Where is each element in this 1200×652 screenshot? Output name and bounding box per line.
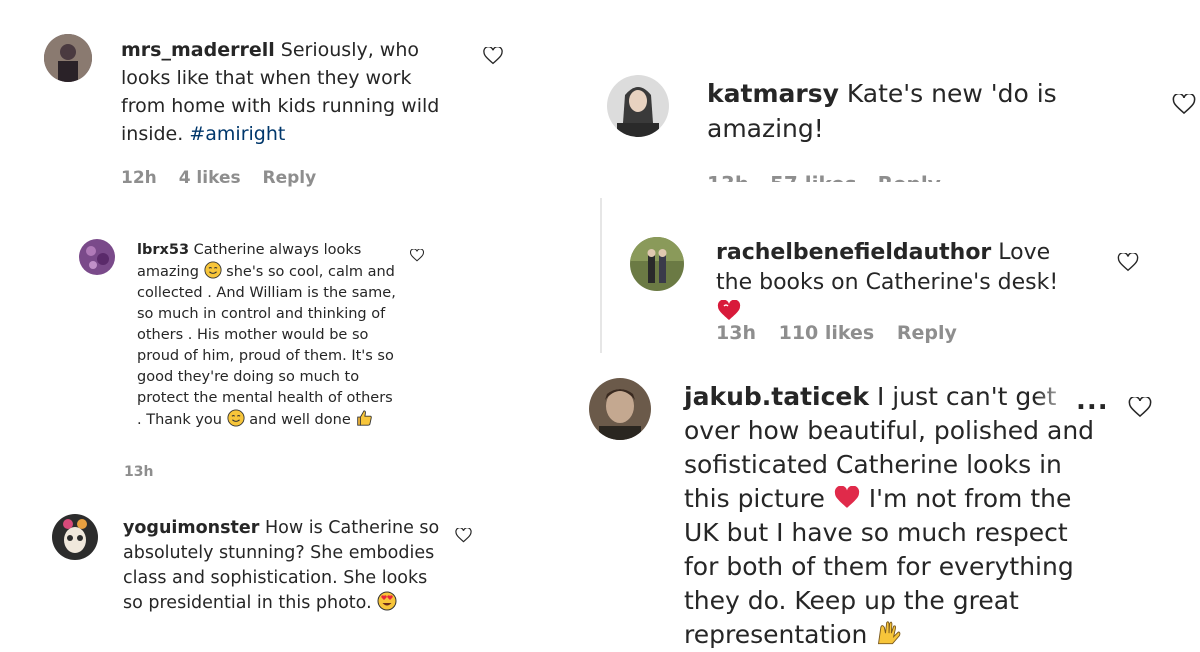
like-heart-icon[interactable]: [1172, 94, 1196, 115]
username[interactable]: lbrx53: [137, 242, 189, 258]
text-fade-overlay: [1035, 385, 1075, 417]
avatar[interactable]: [607, 75, 669, 137]
username[interactable]: yoguimonster: [123, 518, 259, 538]
username[interactable]: rachelbenefieldauthor: [716, 240, 991, 265]
smiling-face-emoji-icon: [227, 409, 245, 427]
like-heart-icon[interactable]: [483, 47, 503, 65]
username[interactable]: katmarsy: [707, 79, 839, 108]
comment-meta-cutoff: 13h 57 likes Reply: [707, 174, 947, 182]
avatar-image: [52, 514, 98, 560]
like-heart-icon[interactable]: [1117, 253, 1139, 272]
like-heart-icon[interactable]: [455, 528, 472, 543]
timestamp[interactable]: 12h: [121, 168, 157, 188]
hashtag-link[interactable]: #amiright: [189, 123, 285, 145]
timestamp[interactable]: 13h: [716, 322, 756, 344]
username[interactable]: jakub.taticek: [684, 382, 869, 411]
reply-button[interactable]: Reply: [263, 168, 317, 188]
avatar-image: [44, 34, 92, 82]
avatar[interactable]: [52, 514, 98, 560]
comment-text: she's so cool, calm and collected . And …: [137, 264, 396, 428]
timestamp[interactable]: 13h: [124, 465, 164, 478]
thumbs-up-emoji-icon: [357, 410, 373, 426]
like-heart-icon[interactable]: [1128, 397, 1152, 418]
avatar[interactable]: [589, 378, 651, 440]
avatar[interactable]: [79, 239, 115, 275]
heart-eyes-emoji-icon: [377, 591, 397, 611]
avatar-image: [589, 378, 651, 440]
like-heart-icon[interactable]: [410, 249, 424, 262]
avatar[interactable]: [44, 34, 92, 82]
smiling-face-emoji-icon: [203, 261, 222, 279]
red-heart-emoji-icon: [834, 486, 859, 508]
raising-hands-emoji-icon: [878, 621, 901, 645]
comment-text: and well done: [249, 412, 351, 428]
reply-button[interactable]: Reply: [897, 322, 957, 344]
avatar-image: [607, 75, 669, 137]
sparkling-heart-emoji-icon: [717, 300, 741, 320]
thread-divider: [600, 198, 602, 353]
username[interactable]: mrs_maderrell: [121, 39, 275, 61]
like-count[interactable]: 4 likes: [179, 168, 241, 188]
more-options-button[interactable]: ...: [1076, 388, 1108, 414]
avatar-image: [79, 239, 115, 275]
avatar[interactable]: [630, 237, 684, 291]
avatar-image: [630, 237, 684, 291]
like-count[interactable]: 110 likes: [779, 322, 875, 344]
